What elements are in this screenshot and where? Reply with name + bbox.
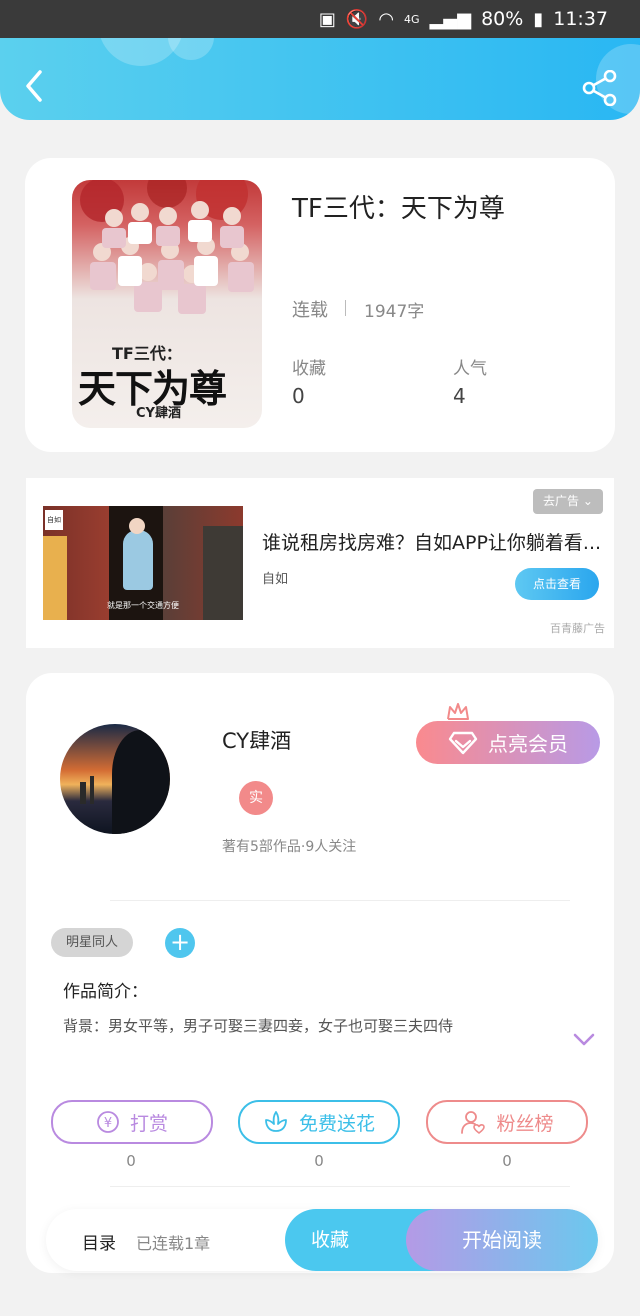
wifi-icon: ◠ bbox=[378, 8, 395, 30]
divider bbox=[110, 1186, 570, 1187]
ad-image[interactable]: 自如 就是那一个交通方便 bbox=[43, 506, 243, 620]
back-button[interactable] bbox=[18, 66, 54, 106]
battery-saver-icon: ▣ bbox=[318, 8, 336, 30]
share-button[interactable] bbox=[580, 69, 620, 107]
fan-ranking-label: 粉丝榜 bbox=[496, 1112, 554, 1135]
toc-button[interactable]: 目录 bbox=[82, 1229, 116, 1254]
send-flower-label: 免费送花 bbox=[298, 1112, 375, 1135]
fan-ranking-button[interactable]: 粉丝榜 bbox=[426, 1100, 588, 1144]
tip-count: 0 bbox=[126, 1152, 136, 1170]
chapters-count: 已连载1章 bbox=[136, 1234, 211, 1253]
author-name: CY肆酒 bbox=[222, 729, 292, 753]
ad-banner[interactable]: 自如 就是那一个交通方便 去广告 ⌄ 谁说租房找房难？自如APP让你躺着看...… bbox=[26, 478, 614, 648]
plus-icon: + bbox=[169, 928, 191, 956]
divider bbox=[110, 900, 570, 901]
header: ▣ 🔇 ◠ 4G ▂▄▆ 80% ▮ 11:37 bbox=[0, 0, 640, 120]
expand-chevron-icon[interactable] bbox=[572, 1032, 596, 1048]
flower-count: 0 bbox=[314, 1152, 324, 1170]
status-bar: ▣ 🔇 ◠ 4G ▂▄▆ 80% ▮ 11:37 bbox=[0, 0, 640, 38]
intro-text: 背景：男女平等，男子可娶三妻四妾，女子也可娶三夫四侍 bbox=[63, 1017, 454, 1035]
start-reading-button[interactable]: 开始阅读 bbox=[406, 1209, 598, 1271]
svg-text:¥: ¥ bbox=[104, 1116, 112, 1131]
popularity-label: 人气 bbox=[453, 359, 487, 379]
popularity-value: 4 bbox=[453, 384, 466, 408]
tip-button[interactable]: ¥ 打赏 bbox=[51, 1100, 213, 1144]
book-cover[interactable]: TF三代： 天下为尊 CY肆酒 bbox=[72, 180, 262, 428]
ad-source: 百青藤广告 bbox=[550, 622, 605, 635]
add-tag-button[interactable]: + bbox=[165, 928, 195, 958]
yen-coin-icon: ¥ bbox=[97, 1111, 119, 1133]
tip-label: 打赏 bbox=[129, 1112, 168, 1135]
ad-image-caption: 就是那一个交通方便 bbox=[107, 601, 179, 610]
intro-heading: 作品简介： bbox=[63, 982, 148, 1002]
tag-chip[interactable]: 明星同人 bbox=[51, 928, 133, 957]
clock: 11:37 bbox=[553, 8, 608, 30]
remove-ad-button[interactable]: 去广告 ⌄ bbox=[533, 489, 603, 514]
ad-title: 谁说租房找房难？自如APP让你躺着看... bbox=[262, 532, 602, 554]
fan-count: 0 bbox=[502, 1152, 512, 1170]
diamond-icon bbox=[448, 731, 478, 754]
bottom-action-bar: 目录 已连载1章 收藏 开始阅读 bbox=[46, 1209, 598, 1271]
send-flower-button[interactable]: 免费送花 bbox=[238, 1100, 400, 1144]
cover-group-photo bbox=[80, 180, 254, 314]
vip-label: 点亮会员 bbox=[488, 732, 568, 756]
word-count: 1947字 bbox=[364, 302, 425, 322]
signal-icon: ▂▄▆ bbox=[429, 8, 472, 30]
mute-icon: 🔇 bbox=[345, 8, 369, 30]
crown-icon bbox=[447, 703, 469, 720]
book-status: 连载 bbox=[292, 300, 328, 321]
flower-icon bbox=[265, 1111, 287, 1132]
remove-ad-label: 去广告 bbox=[543, 494, 580, 508]
share-icon bbox=[582, 69, 617, 107]
fan-user-icon bbox=[461, 1111, 486, 1134]
verified-badge: 实 bbox=[239, 781, 273, 815]
favorites-label: 收藏 bbox=[292, 359, 326, 379]
back-arrow-icon bbox=[26, 70, 42, 102]
cover-author: CY肆酒 bbox=[136, 406, 181, 421]
network-type: 4G bbox=[404, 12, 420, 26]
favorites-value: 0 bbox=[292, 384, 305, 408]
vip-button[interactable]: 点亮会员 bbox=[416, 721, 600, 764]
book-title: TF三代：天下为尊 bbox=[292, 194, 505, 224]
chevron-down-icon: ⌄ bbox=[582, 494, 593, 508]
stat-divider bbox=[345, 300, 346, 316]
ad-cta-button[interactable]: 点击查看 bbox=[515, 568, 599, 600]
avatar[interactable] bbox=[60, 724, 170, 834]
ad-brand: 自如 bbox=[262, 572, 289, 587]
battery-icon: ▮ bbox=[533, 8, 544, 30]
battery-percent: 80% bbox=[481, 8, 524, 30]
ad-image-logo: 自如 bbox=[45, 510, 63, 530]
author-stats: 著有5部作品·9人关注 bbox=[222, 839, 357, 855]
